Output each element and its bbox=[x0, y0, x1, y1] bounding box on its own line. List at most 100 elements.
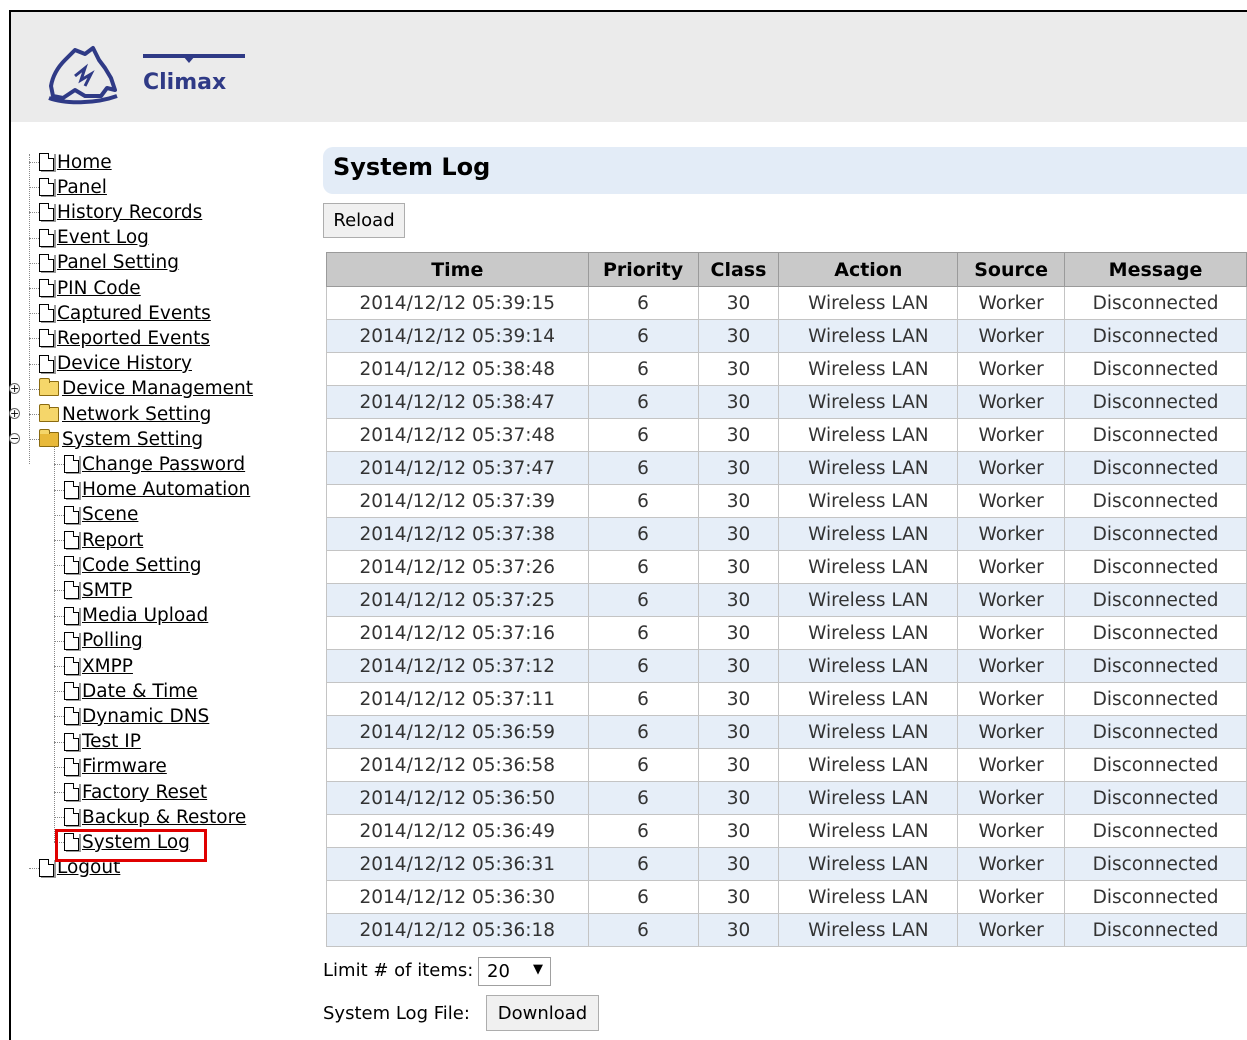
sidebar-item-device-management[interactable]: Device Management bbox=[39, 377, 253, 401]
cell-message: Disconnected bbox=[1064, 616, 1247, 650]
sidebar-item-report[interactable]: Report bbox=[64, 528, 143, 552]
cell-time: 2014/12/12 05:37:26 bbox=[326, 550, 589, 584]
sidebar-item-reported-events[interactable]: Reported Events bbox=[39, 326, 210, 350]
tree-line bbox=[29, 867, 39, 869]
cell-message: Disconnected bbox=[1064, 451, 1247, 485]
cell-class: 30 bbox=[697, 847, 780, 881]
cell-message: Disconnected bbox=[1064, 715, 1247, 749]
sidebar-item-factory-reset[interactable]: Factory Reset bbox=[64, 780, 207, 804]
cell-message: Disconnected bbox=[1064, 814, 1247, 848]
cell-message: Disconnected bbox=[1064, 880, 1247, 914]
document-icon bbox=[64, 531, 79, 549]
sidebar-item-event-log[interactable]: Event Log bbox=[39, 226, 149, 250]
tree-line bbox=[54, 540, 64, 541]
cell-priority: 6 bbox=[587, 319, 699, 353]
cell-action: Wireless LAN bbox=[778, 550, 959, 584]
expand-toggle-icon[interactable]: + bbox=[9, 408, 20, 419]
sidebar-item-label[interactable]: Event Log bbox=[57, 227, 149, 248]
sidebar-item-label[interactable]: XMPP bbox=[82, 656, 133, 677]
cell-action: Wireless LAN bbox=[778, 352, 959, 386]
cell-class: 30 bbox=[697, 616, 780, 650]
sidebar-item-panel[interactable]: Panel bbox=[39, 175, 107, 199]
sidebar-item-label[interactable]: Network Setting bbox=[62, 404, 211, 425]
sidebar-item-label[interactable]: Device History bbox=[57, 353, 192, 374]
cell-time: 2014/12/12 05:37:16 bbox=[326, 616, 589, 650]
tree-line bbox=[54, 514, 64, 516]
column-header-priority: Priority bbox=[587, 252, 699, 287]
download-button[interactable]: Download bbox=[486, 995, 599, 1031]
sidebar-item-label[interactable]: PIN Code bbox=[57, 278, 141, 299]
cell-source: Worker bbox=[957, 286, 1066, 320]
sidebar-item-label[interactable]: Firmware bbox=[82, 756, 167, 777]
sidebar-item-label[interactable]: Scene bbox=[82, 504, 138, 525]
tree-line bbox=[54, 464, 64, 466]
document-icon bbox=[39, 354, 54, 373]
sidebar-item-label[interactable]: System Setting bbox=[62, 429, 203, 450]
collapse-toggle-icon[interactable]: − bbox=[9, 433, 20, 445]
cell-time: 2014/12/12 05:36:50 bbox=[326, 781, 589, 815]
sidebar-item-xmpp[interactable]: XMPP bbox=[64, 654, 133, 678]
sidebar-item-label[interactable]: Home bbox=[57, 152, 112, 173]
sidebar-item-code-setting[interactable]: Code Setting bbox=[64, 553, 201, 577]
sidebar-item-date-and-time[interactable]: Date & Time bbox=[64, 679, 198, 703]
cell-priority: 6 bbox=[587, 649, 699, 683]
sidebar-item-backup-and-restore[interactable]: Backup & Restore bbox=[64, 805, 246, 829]
cell-action: Wireless LAN bbox=[778, 517, 959, 551]
sidebar-item-label[interactable]: Code Setting bbox=[82, 555, 201, 576]
sidebar-item-label[interactable]: Dynamic DNS bbox=[82, 706, 209, 727]
tree-line bbox=[54, 741, 64, 743]
sidebar-item-label[interactable]: Device Management bbox=[62, 378, 253, 399]
cell-time: 2014/12/12 05:36:58 bbox=[326, 748, 589, 782]
sidebar-item-panel-setting[interactable]: Panel Setting bbox=[39, 251, 179, 275]
cell-action: Wireless LAN bbox=[778, 583, 959, 617]
cell-class: 30 bbox=[697, 319, 780, 353]
column-header-source: Source bbox=[957, 252, 1066, 287]
sidebar-item-label[interactable]: History Records bbox=[57, 202, 202, 223]
expand-toggle-icon[interactable]: + bbox=[9, 382, 20, 394]
sidebar-item-test-ip[interactable]: Test IP bbox=[64, 730, 141, 754]
table-row: 2014/12/12 05:37:47 6 30 Wireless LAN Worker… bbox=[326, 451, 1247, 485]
cell-message: Disconnected bbox=[1064, 649, 1247, 683]
sidebar-item-pin-code[interactable]: PIN Code bbox=[39, 276, 141, 300]
sidebar-item-label[interactable]: Home Automation bbox=[82, 479, 250, 500]
sidebar-item-label[interactable]: Captured Events bbox=[57, 303, 211, 324]
cell-source: Worker bbox=[957, 517, 1066, 551]
limit-select[interactable]: 20 ▼ bbox=[478, 957, 551, 986]
sidebar-item-network-setting[interactable]: Network Setting bbox=[39, 402, 211, 426]
reload-button[interactable]: Reload bbox=[323, 203, 405, 238]
sidebar-item-firmware[interactable]: Firmware bbox=[64, 755, 167, 779]
sidebar-item-captured-events[interactable]: Captured Events bbox=[39, 301, 211, 325]
sidebar-item-change-password[interactable]: Change Password bbox=[64, 452, 245, 476]
sidebar-item-label[interactable]: Media Upload bbox=[82, 605, 208, 626]
sidebar-item-polling[interactable]: Polling bbox=[64, 629, 143, 653]
sidebar-item-smtp[interactable]: SMTP bbox=[64, 578, 132, 602]
sidebar-item-label[interactable]: Panel Setting bbox=[57, 252, 179, 273]
sidebar-item-label[interactable]: Factory Reset bbox=[82, 782, 207, 803]
sidebar-item-home[interactable]: Home bbox=[39, 150, 112, 174]
cell-source: Worker bbox=[957, 451, 1066, 485]
sidebar-item-media-upload[interactable]: Media Upload bbox=[64, 604, 208, 628]
cell-message: Disconnected bbox=[1064, 418, 1247, 452]
sidebar-item-device-history[interactable]: Device History bbox=[39, 352, 192, 376]
sidebar-item-label[interactable]: SMTP bbox=[82, 580, 132, 601]
sidebar-item-label[interactable]: Report bbox=[82, 530, 143, 551]
sidebar-item-system-setting[interactable]: System Setting bbox=[39, 427, 203, 451]
sidebar-item-label[interactable]: Backup & Restore bbox=[82, 807, 246, 828]
cell-class: 30 bbox=[697, 451, 780, 485]
document-icon bbox=[64, 707, 79, 726]
document-icon bbox=[39, 279, 54, 297]
column-header-message: Message bbox=[1064, 252, 1247, 287]
sidebar-item-history-records[interactable]: History Records bbox=[39, 200, 202, 224]
sidebar-item-label[interactable]: Date & Time bbox=[82, 681, 198, 702]
sidebar-item-label[interactable]: Test IP bbox=[82, 731, 141, 752]
sidebar-item-scene[interactable]: Scene bbox=[64, 503, 138, 527]
sidebar-item-label[interactable]: Panel bbox=[57, 177, 107, 198]
sidebar-item-label[interactable]: Change Password bbox=[82, 454, 245, 475]
sidebar-item-dynamic-dns[interactable]: Dynamic DNS bbox=[64, 704, 209, 728]
sidebar-item-label[interactable]: Reported Events bbox=[57, 328, 210, 349]
cell-source: Worker bbox=[957, 913, 1066, 947]
document-icon bbox=[39, 253, 54, 272]
sidebar-item-label[interactable]: Polling bbox=[82, 630, 143, 651]
sidebar-item-home-automation[interactable]: Home Automation bbox=[64, 478, 250, 502]
cell-action: Wireless LAN bbox=[778, 649, 959, 683]
